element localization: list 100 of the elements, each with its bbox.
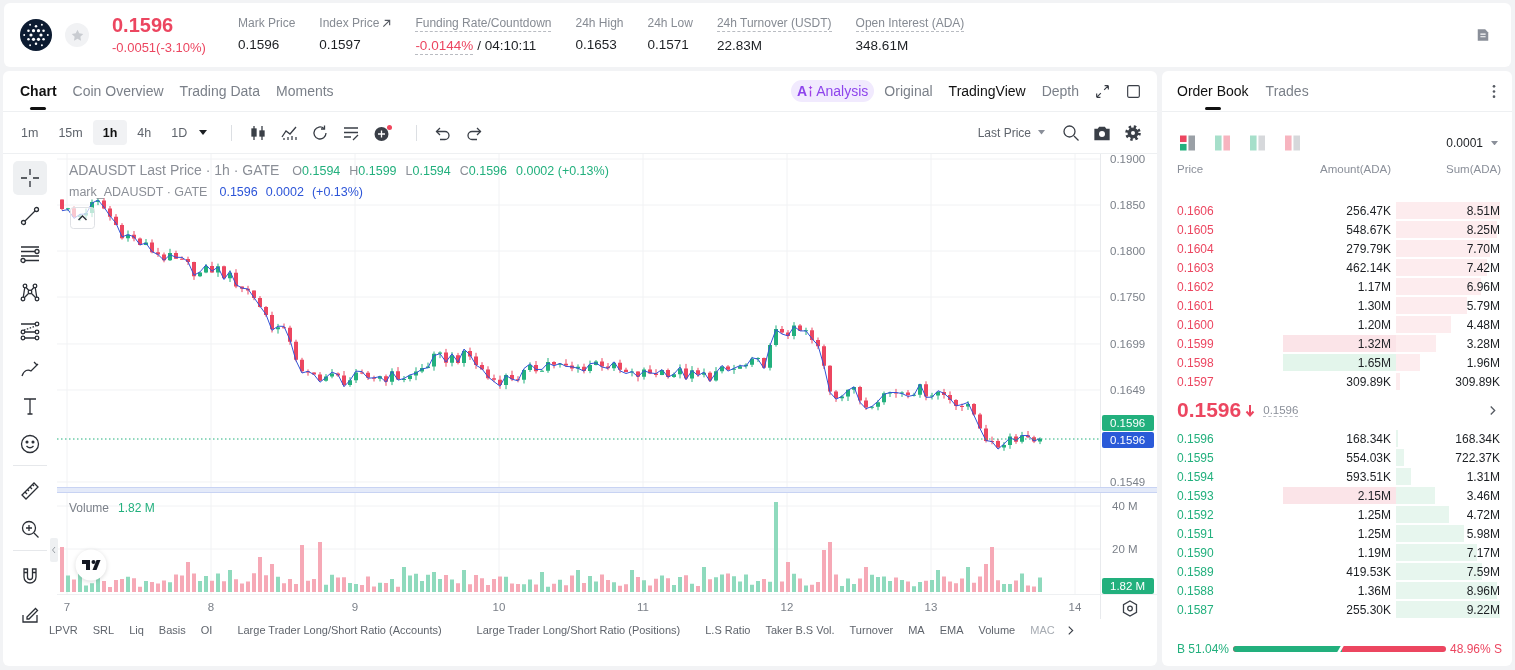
indicator-button[interactable]: OI [200, 624, 213, 636]
ask-total: 6.96M [1466, 279, 1500, 294]
indicator-button[interactable]: Turnover [849, 624, 894, 636]
interval-button[interactable]: 1m [11, 120, 49, 145]
volume-tag: 1.82 M [1102, 578, 1154, 594]
ohlc-label: C [459, 164, 469, 178]
expand-icon[interactable] [1095, 83, 1110, 99]
arrow-down-icon [1245, 403, 1256, 417]
interval-button[interactable]: 15m [48, 120, 93, 145]
caret-up-icon[interactable] [70, 207, 95, 229]
bid-price: 0.1595 [1177, 450, 1215, 465]
indicator-button[interactable]: EMA [939, 624, 964, 636]
indicator-button[interactable]: Taker B.S Vol. [765, 624, 835, 636]
order-book-tab[interactable]: Order Book [1177, 71, 1249, 111]
stat-label: Funding Rate/Countdown [415, 15, 552, 32]
price-axis-label: 0.1850 [1110, 199, 1146, 211]
chart-tab[interactable]: Coin Overview [72, 71, 164, 111]
collapse-handle-icon[interactable] [50, 538, 58, 562]
ask-total: 3.28M [1466, 336, 1500, 351]
stat-label: 24h High [575, 15, 624, 31]
square-icon[interactable] [1126, 83, 1141, 99]
ohlc-label: O [292, 164, 303, 178]
column-header: Sum(ADA) [1446, 163, 1501, 175]
stat-value: 0.1597 [319, 35, 361, 53]
refresh-icon[interactable] [311, 123, 330, 142]
chart-tab[interactable]: Chart [20, 71, 57, 111]
interval-button[interactable]: 4h [127, 120, 162, 145]
chevron-right-icon[interactable] [1489, 404, 1496, 416]
ruler-icon [19, 480, 41, 502]
time-axis-label: 7 [63, 601, 71, 613]
interval-button[interactable]: 1h [92, 120, 128, 145]
indicator-button[interactable]: LPVR [49, 624, 78, 636]
indicator-button[interactable]: Large Trader Long/Short Ratio (Positions) [476, 624, 681, 636]
channel-lines-icon [19, 319, 41, 341]
chart-tab[interactable]: Moments [276, 71, 334, 111]
chart-view-tab[interactable]: TradingView [948, 82, 1026, 100]
indicator-button[interactable]: Volume [978, 624, 1016, 636]
crosshair-icon [19, 167, 41, 189]
depth-bar [1396, 335, 1437, 352]
stat-label: 24h Turnover (USDT) [716, 15, 832, 32]
price-tag: 0.1596 [1102, 432, 1154, 448]
chart-tab[interactable]: Trading Data [179, 71, 260, 111]
sparkle-icon [808, 85, 814, 97]
chevron-right-icon[interactable] [1066, 624, 1074, 636]
plus-circle-icon[interactable] [373, 123, 394, 142]
ask-total: 8.51M [1466, 203, 1500, 218]
settings-icon[interactable] [1124, 123, 1142, 142]
bid-total: 9.22M [1466, 602, 1500, 617]
stat-value: 0.1653 [575, 35, 617, 53]
price-axis-label: 0.1549 [1110, 476, 1146, 488]
precision-select[interactable]: 0.0001 [1446, 136, 1498, 150]
interval-button[interactable]: 1D [161, 120, 198, 145]
depth-bar [1396, 525, 1464, 542]
indicator-button[interactable]: MA [908, 624, 925, 636]
bid-price: 0.1588 [1177, 583, 1215, 598]
chart-view-tab[interactable]: Depth [1041, 82, 1079, 100]
book-layout-icon[interactable] [1180, 135, 1195, 151]
indicator-button[interactable]: L.S Ratio [705, 624, 751, 636]
indicator-button[interactable]: Basis [158, 624, 186, 636]
chart-view-tab[interactable]: Original [884, 82, 933, 100]
ask-price: 0.1605 [1177, 222, 1215, 237]
ask-price: 0.1603 [1177, 260, 1215, 275]
arrow-up-right-icon[interactable] [382, 18, 392, 28]
last-price: 0.1596 [112, 14, 175, 37]
coin-logo-icon [20, 19, 52, 51]
bid-amount: 1.25M [1357, 507, 1391, 522]
bid-total: 7.17M [1466, 545, 1500, 560]
sell-ratio: 48.96% S [1449, 642, 1502, 656]
caret-down-icon[interactable] [198, 129, 209, 136]
stat-value: 0.1596 [238, 35, 280, 53]
axis-settings-icon[interactable] [1122, 600, 1138, 617]
indicator-button[interactable]: SRL [92, 624, 115, 636]
drawing-tool-button[interactable] [13, 161, 47, 195]
stat-label: Open Interest (ADA) [855, 15, 965, 32]
bid-total: 4.72M [1466, 507, 1500, 522]
document-icon[interactable] [1476, 28, 1490, 42]
indicator-button[interactable]: Liq [129, 624, 144, 636]
price-source-select[interactable]: Last Price [977, 125, 1045, 140]
stat-label: 24h Low [647, 15, 693, 31]
more-options-icon[interactable] [1492, 83, 1496, 99]
ask-price: 0.1601 [1177, 298, 1215, 313]
ask-price: 0.1606 [1177, 203, 1215, 218]
bid-price: 0.1594 [1177, 469, 1215, 484]
ask-total: 5.79M [1466, 298, 1500, 313]
ask-total: 7.42M [1466, 260, 1500, 275]
trend-line-icon [19, 205, 41, 227]
search-icon[interactable] [1062, 123, 1080, 142]
indicator-button[interactable]: Large Trader Long/Short Ratio (Accounts) [237, 624, 442, 636]
ask-price: 0.1598 [1177, 355, 1215, 370]
order-book-tab[interactable]: Trades [1265, 71, 1309, 111]
ask-price: 0.1599 [1177, 336, 1215, 351]
bid-amount: 593.51K [1346, 469, 1391, 484]
candlestick-icon[interactable] [249, 123, 268, 142]
depth-bar [1396, 449, 1405, 466]
column-header: Amount(ADA) [1320, 163, 1391, 175]
ask-amount: 1.32M [1357, 336, 1391, 351]
bid-price: 0.1596 [1177, 431, 1215, 446]
bid-price: 0.1593 [1177, 488, 1215, 503]
bid-amount: 554.03K [1346, 450, 1391, 465]
ai-analysis-button[interactable]: A Analysis [790, 80, 875, 102]
